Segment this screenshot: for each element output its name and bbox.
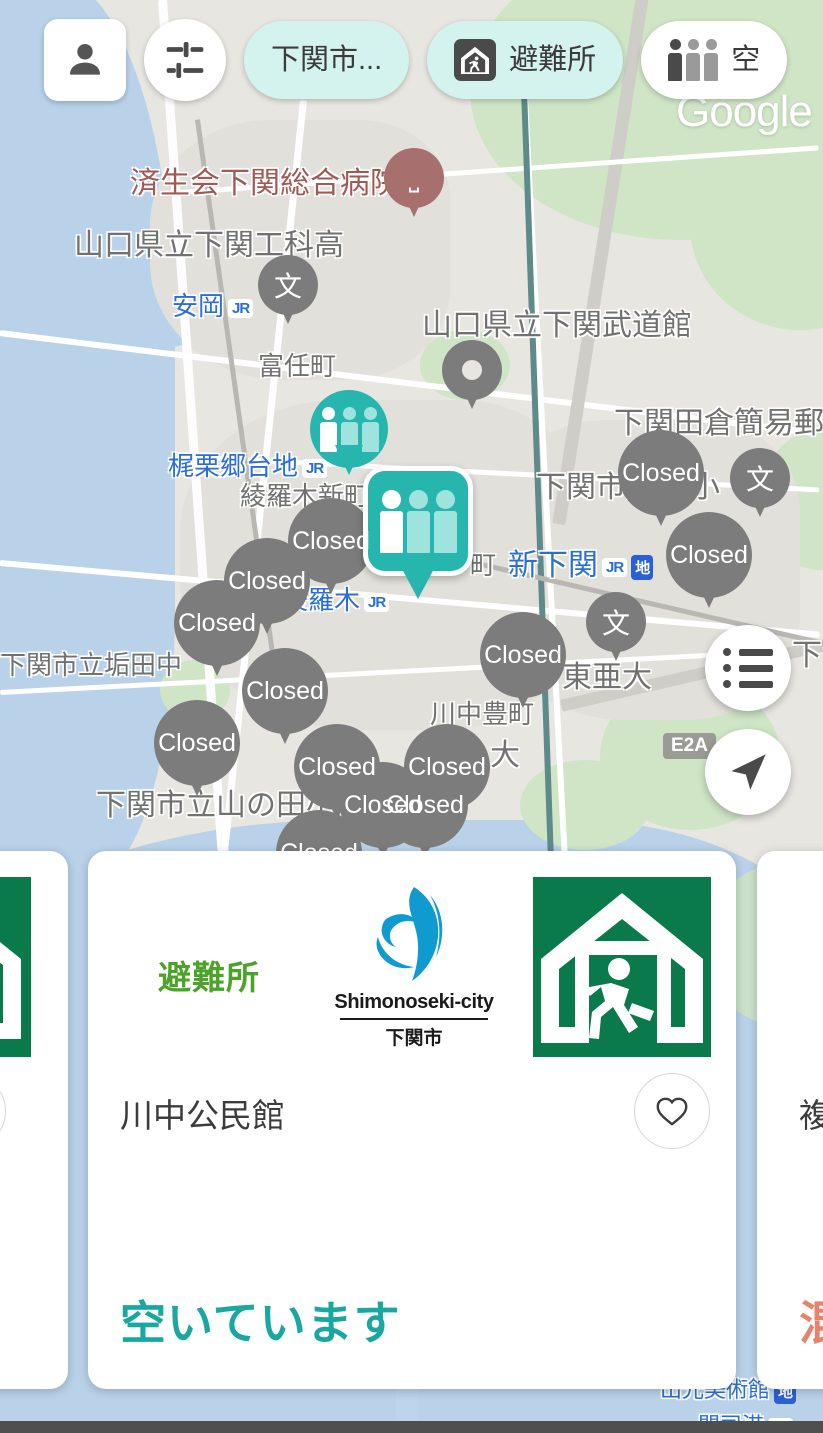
favorite-button[interactable] xyxy=(634,1073,710,1149)
top-control-bar: 下関市... 避難所 空 xyxy=(0,0,823,120)
map-pin-label: Closed xyxy=(622,458,700,487)
shelter-card-next[interactable]: 複… 混… xyxy=(757,851,823,1389)
map-pin-closed-shelter[interactable]: Closed xyxy=(666,512,752,598)
park-area xyxy=(520,760,650,850)
person-icon xyxy=(69,44,101,75)
map-pin-closed-shelter[interactable]: Closed xyxy=(480,612,566,698)
shelter-card-header: 避難所 Shimonoseki-city 下関市 xyxy=(88,851,736,1081)
list-icon xyxy=(723,648,773,688)
map-screen: Google 済生会下関総合病院 山口県立下関工科高 安岡 JR 富任町 山口県立下関武道… xyxy=(0,0,823,1433)
city-logo: Shimonoseki-city 下関市 xyxy=(334,881,494,1050)
water-sea-west xyxy=(0,0,175,880)
shelter-occupancy-status: 混… xyxy=(799,1287,823,1353)
list-view-button[interactable] xyxy=(705,625,791,711)
system-navigation-bar xyxy=(0,1421,823,1433)
map-pin-school[interactable]: 文 xyxy=(258,255,318,315)
shelter-running-person-icon xyxy=(454,39,497,81)
tune-sliders-icon xyxy=(166,42,204,78)
heart-outline-icon xyxy=(656,1097,688,1126)
chip-area-filter[interactable]: 下関市... xyxy=(244,21,410,99)
map-pin-poi[interactable] xyxy=(442,340,502,400)
chip-crowding-label: 空 xyxy=(731,43,761,76)
chip-area-label: 下関市... xyxy=(271,43,383,76)
map-pin-label: Closed xyxy=(298,752,376,781)
map-pin-school[interactable]: 文 xyxy=(586,592,646,652)
navigation-arrow-icon xyxy=(731,754,766,790)
map-pin-label: Closed xyxy=(670,540,748,569)
map-pin-label: Closed xyxy=(484,640,562,669)
city-logo-en: Shimonoseki-city xyxy=(334,991,494,1013)
shelter-card-carousel[interactable]: 避難所 Shimonoseki-city 下関市 川中公民館 空いています 複 xyxy=(0,851,823,1403)
map-pin-label: Closed xyxy=(386,790,464,819)
three-people-icon xyxy=(319,406,379,452)
map-pin-label: Closed xyxy=(292,526,370,555)
map-pin-label: Closed xyxy=(158,728,236,757)
map-label: 大 xyxy=(490,739,520,772)
city-logo-divider xyxy=(340,1018,488,1020)
map-pin-glyph: 文 xyxy=(273,271,302,302)
map-pin-shelter-open[interactable] xyxy=(310,390,388,468)
shelter-occupancy-status: 空いています xyxy=(120,1297,401,1349)
filter-button[interactable] xyxy=(144,19,226,101)
map-pin-glyph: 文 xyxy=(601,608,630,639)
shelter-card-current[interactable]: 避難所 Shimonoseki-city 下関市 川中公民館 空いています xyxy=(88,851,736,1389)
map-pin-hospital[interactable]: ⎵ xyxy=(384,148,444,208)
map-pin-closed-shelter[interactable]: Closed xyxy=(154,700,240,786)
city-logo-jp: 下関市 xyxy=(385,1028,443,1049)
map-pin-school[interactable]: 文 xyxy=(730,448,790,508)
map-pin-glyph: 文 xyxy=(745,464,774,495)
map-pin-label: Closed xyxy=(178,608,256,637)
map-pin-label: Closed xyxy=(408,752,486,781)
emergency-exit-icon xyxy=(0,877,31,1057)
chip-category-filter[interactable]: 避難所 xyxy=(427,21,624,99)
map-pin-closed-shelter[interactable]: Closed xyxy=(618,430,704,516)
three-people-icon xyxy=(379,489,457,553)
map-pin-label: Closed xyxy=(228,566,306,595)
shelter-name: 複… xyxy=(799,1097,823,1134)
locate-me-button[interactable] xyxy=(705,729,791,815)
profile-button[interactable] xyxy=(44,19,126,101)
shelter-category-badge: 避難所 xyxy=(158,959,260,996)
chip-crowding-filter[interactable]: 空 xyxy=(641,21,788,99)
map-pin-selected-shelter[interactable] xyxy=(363,466,473,576)
map-pin-closed-shelter[interactable]: Closed xyxy=(242,648,328,734)
chip-category-label: 避難所 xyxy=(509,43,597,76)
shimonoseki-city-mark-icon xyxy=(360,881,468,989)
three-people-icon xyxy=(668,39,719,81)
shelter-name: 川中公民館 xyxy=(120,1097,285,1134)
emergency-exit-icon xyxy=(533,877,711,1057)
map-pin-label: Closed xyxy=(246,676,324,705)
favorite-button[interactable] xyxy=(0,1073,6,1149)
shelter-card-previous[interactable] xyxy=(0,851,68,1389)
